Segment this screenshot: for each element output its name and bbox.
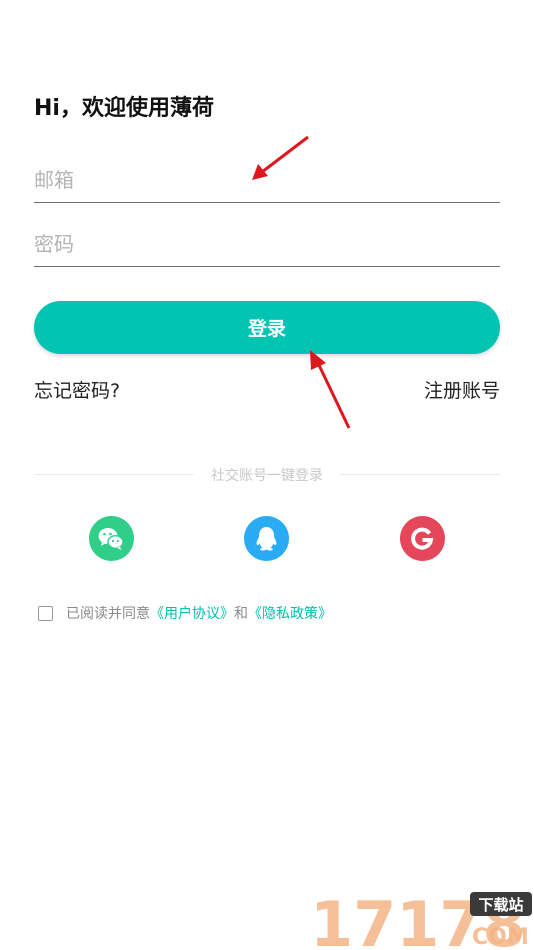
watermark-suffix: COM <box>472 925 529 950</box>
agreement-row: 已阅读并同意 《用户协议》 和 《隐私政策》 <box>38 603 332 623</box>
wechat-login-button[interactable] <box>89 516 134 561</box>
google-icon <box>411 527 434 550</box>
arrow-to-login-icon <box>310 350 351 429</box>
social-login-divider: 社交账号一键登录 <box>211 468 323 484</box>
privacy-policy-link[interactable]: 《隐私政策》 <box>248 603 332 623</box>
wechat-icon <box>98 528 124 550</box>
agreement-checkbox[interactable] <box>38 605 53 621</box>
agreement-prefix: 已阅读并同意 <box>66 606 150 622</box>
email-field-container <box>34 158 500 203</box>
password-input[interactable] <box>34 222 500 266</box>
qq-login-button[interactable] <box>244 516 289 561</box>
email-input[interactable] <box>34 158 500 202</box>
password-field-container <box>34 222 500 267</box>
register-link[interactable]: 注册账号 <box>424 376 500 403</box>
user-agreement-link[interactable]: 《用户协议》 <box>150 603 234 623</box>
welcome-title: Hi，欢迎使用薄荷 <box>34 96 214 121</box>
login-button[interactable]: 登录 <box>34 301 500 354</box>
agreement-and: 和 <box>234 606 248 622</box>
watermark-logo: 17178 下载站 COM <box>310 888 532 950</box>
watermark-badge: 下载站 <box>478 896 523 914</box>
forgot-password-link[interactable]: 忘记密码? <box>34 376 120 403</box>
qq-icon <box>256 527 277 551</box>
google-login-button[interactable] <box>400 516 445 561</box>
